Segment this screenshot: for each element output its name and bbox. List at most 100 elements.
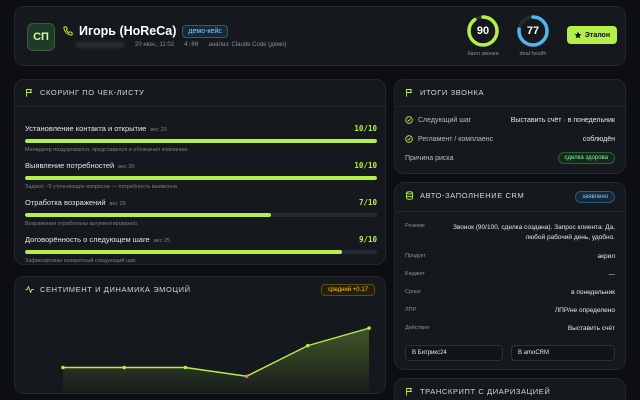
scoring-panel: СКОРИНГ ПО ЧЕК-ЛИСТУ Установление контак…: [14, 79, 386, 265]
criterion-bar: [25, 250, 377, 254]
database-icon: [406, 191, 413, 200]
flag-icon: [26, 89, 33, 97]
crm-field-row: Действия Выставить счёт: [405, 325, 615, 332]
sentiment-title: СЕНТИМЕНТ И ДИНАМИКА ЭМОЦИЙ: [40, 285, 191, 294]
check-circle-icon: [405, 116, 413, 124]
compliance-value: соблюдён: [582, 135, 615, 143]
flag-icon: [406, 89, 413, 97]
criterion-row: Установление контакта и открытие вес 20 1…: [25, 118, 377, 153]
next-step-label: Следующий шаг: [418, 116, 472, 124]
transcript-panel: ТРАНСКРИПТ С ДИАРИЗАЦИЕЙ: [394, 378, 626, 400]
crm-field-row: Бюджет —: [405, 271, 615, 278]
call-header: СП Игорь (HoReCa) демо-кейс 20 июн., 11:…: [14, 6, 626, 66]
crm-field-value: акрил: [597, 253, 616, 260]
criterion-score: 7/10: [358, 198, 377, 207]
criterion-note: Задано ~9 уточняющих вопросов — потребно…: [25, 184, 179, 190]
criterion-score: 10/10: [354, 161, 377, 170]
sentiment-point: [122, 365, 126, 370]
star-icon: [574, 31, 582, 39]
deal-health-value: 77: [526, 25, 540, 37]
criterion-weight: вес 30: [118, 164, 135, 170]
call-datetime: 20 июн., 11:02: [135, 41, 175, 48]
criterion-name: Установление контакта и открытие: [25, 124, 147, 133]
risk-row: Причина риска сделка здорова: [405, 152, 615, 164]
criterion-name: Отработка возражений: [25, 198, 106, 207]
criterion-bar: [25, 213, 377, 217]
risk-badge: сделка здорова: [557, 152, 615, 164]
transcript-title: ТРАНСКРИПТ С ДИАРИЗАЦИЕЙ: [420, 387, 551, 396]
deal-health-ring: 77 deal health: [513, 14, 553, 57]
sentiment-point: [367, 326, 371, 330]
crm-field-value: Звонок (90/100, сделка создана). Запрос …: [452, 224, 615, 241]
scoring-title: СКОРИНГ ПО ЧЕК-ЛИСТУ: [40, 88, 145, 97]
criterion-note: Возражения отработаны аргументированно.: [25, 221, 139, 227]
score-ring: 90 балл звонка: [463, 14, 503, 57]
crm-field-row: Сроки в понедельник: [405, 289, 615, 296]
client-name: Игорь (HoReCa): [79, 24, 177, 38]
check-circle-icon: [405, 135, 413, 143]
criterion-bar-fill: [25, 250, 342, 254]
criterion-row: Договорённость о следующем шаге вес 25 9/…: [25, 229, 377, 264]
status-badge: заявлено: [575, 191, 615, 203]
send-bitrix24-button[interactable]: В Битрикс24: [405, 345, 503, 361]
criterion-weight: вес 25: [109, 201, 126, 207]
blurred-phone-number: [75, 41, 125, 48]
criterion-weight: вес 25: [153, 238, 171, 244]
criterion-bar-fill: [25, 139, 377, 143]
criterion-row: Отработка возражений вес 25 7/10 Возражен…: [25, 192, 377, 227]
send-bitrix24-label: В Битрикс24: [412, 350, 447, 356]
compliance-row: Регламент / комплаенс соблюдён: [405, 135, 615, 143]
call-summary-panel: ИТОГИ ЗВОНКА Следующий шаг Выставить счё…: [394, 79, 626, 174]
sentiment-point: [306, 343, 310, 348]
crm-field-value: ЛПР/не определено: [554, 307, 615, 314]
criterion-row: Выявление потребностей вес 30 10/10 Задан…: [25, 155, 377, 190]
deal-health-label: deal health: [519, 51, 547, 57]
crm-field-key: Бюджет: [405, 271, 425, 277]
crm-autofill-panel: АВТО-ЗАПОЛНЕНИЕ CRM заявлено Резюме Звон…: [394, 182, 626, 370]
crm-field-key: ЛПР: [405, 307, 417, 313]
activity-icon: [25, 286, 34, 293]
send-amocrm-label: В amoCRM: [518, 350, 550, 356]
sentiment-area: [63, 328, 369, 391]
analyzer-label: анализ: Claude Code (демо): [208, 41, 287, 48]
phone-icon: [63, 26, 73, 36]
crm-field-row: Продукт акрил: [405, 253, 615, 260]
sentiment-panel: СЕНТИМЕНТ И ДИНАМИКА ЭМОЦИЙ средний +0.1…: [14, 276, 386, 394]
etalon-button[interactable]: Эталон: [567, 26, 617, 44]
criterion-note: Зафиксирован конкретный следующий шаг.: [25, 258, 137, 264]
send-amocrm-button[interactable]: В amoCRM: [511, 345, 615, 361]
next-step-value: Выставить счёт · в понедельник: [510, 116, 615, 124]
criterion-bar: [25, 176, 377, 180]
criterion-weight: вес 20: [150, 127, 167, 133]
crm-field-key: Резюме: [405, 223, 425, 229]
crm-field-row: ЛПР ЛПР/не определено: [405, 307, 615, 314]
sentiment-point: [244, 374, 249, 379]
sentiment-point: [61, 365, 65, 370]
crm-field-key: Сроки: [405, 289, 421, 295]
score-label: балл звонка: [467, 51, 499, 57]
criterion-bar-fill: [25, 213, 272, 217]
crm-field-value: —: [608, 271, 616, 278]
sentiment-point: [183, 365, 188, 370]
criterion-score: 10/10: [354, 124, 377, 133]
score-value: 90: [476, 25, 490, 37]
criterion-bar: [25, 139, 377, 143]
flag-icon: [406, 388, 413, 396]
risk-label: Причина риска: [405, 154, 454, 162]
sentiment-average-badge: средний +0.17: [321, 284, 375, 296]
crm-field-key: Продукт: [405, 253, 426, 259]
crm-field-value: Выставить счёт: [567, 325, 615, 332]
criterion-note: Менеджер поздоровался, представился и об…: [25, 147, 189, 153]
crm-field-row: Резюме Звонок (90/100, сделка создана). …: [405, 223, 615, 243]
summary-title: ИТОГИ ЗВОНКА: [420, 88, 485, 97]
criterion-name: Договорённость о следующем шаге: [25, 235, 150, 244]
autofill-title: АВТО-ЗАПОЛНЕНИЕ CRM: [420, 191, 525, 200]
criterion-bar-fill: [25, 176, 377, 180]
compliance-label: Регламент / комплаенс: [418, 135, 494, 143]
sentiment-chart: [61, 326, 371, 391]
criterion-name: Выявление потребностей: [25, 161, 115, 170]
demo-tag: демо-кейс: [182, 24, 228, 38]
criterion-score: 9/10: [358, 235, 377, 244]
avatar: СП: [27, 23, 55, 51]
etalon-button-label: Эталон: [584, 31, 611, 39]
